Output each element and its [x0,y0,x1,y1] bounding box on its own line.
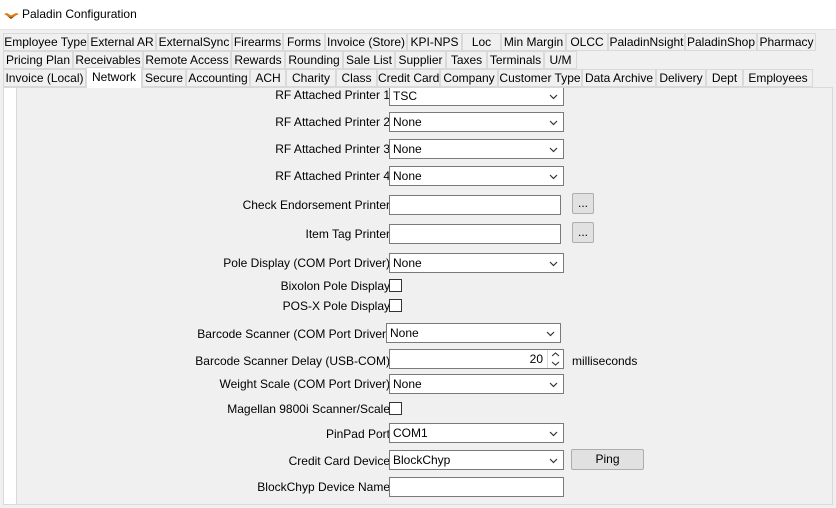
rf-printer-2-value: None [393,115,422,129]
rf-printer-1-label: RF Attached Printer 1 [275,88,390,102]
posx-pole-display-checkbox[interactable] [389,299,402,312]
tab-rounding[interactable]: Rounding [285,51,343,69]
tab-externalsync[interactable]: ExternalSync [156,33,232,51]
chevron-down-icon [549,431,558,437]
item-tag-printer-label: Item Tag Printer [305,227,390,241]
pole-display-label: Pole Display (COM Port Driver) [223,256,390,270]
check-endorsement-printer-label: Check Endorsement Printer [242,198,390,212]
credit-card-device-value: BlockChyp [393,453,451,467]
tab-credit-card[interactable]: Credit Card [377,69,440,87]
bixolon-pole-display-checkbox[interactable] [389,279,402,292]
rf-printer-2-select[interactable]: None [389,112,564,132]
tab-invoice-local[interactable]: Invoice (Local) [3,69,86,87]
rf-printer-3-label: RF Attached Printer 3 [275,142,390,156]
window-title: Paladin Configuration [22,7,137,21]
chevron-down-icon [549,120,558,126]
tab-delivery[interactable]: Delivery [656,69,706,87]
chevron-down-icon [546,331,555,337]
pole-display-value: None [393,256,422,270]
weight-scale-value: None [393,377,422,391]
tab-pricing-plan[interactable]: Pricing Plan [3,51,73,69]
tab-accounting[interactable]: Accounting [186,69,250,87]
tab-forms[interactable]: Forms [283,33,325,51]
barcode-scanner-value: None [390,326,419,340]
rf-printer-1-value: TSC [393,89,417,103]
chevron-down-icon[interactable] [548,359,563,368]
blockchyp-device-name-field[interactable] [389,477,564,497]
chevron-up-icon[interactable] [548,350,563,359]
pinpad-port-label: PinPad Port [325,427,390,441]
tab-external-ar[interactable]: External AR [88,33,156,51]
tab-sale-list[interactable]: Sale List [343,51,395,69]
tab-um[interactable]: U/M [544,51,577,69]
tab-firearms[interactable]: Firearms [232,33,283,51]
barcode-scanner-delay-value: 20 [529,352,543,366]
rf-printer-1-select[interactable]: TSC [389,88,564,106]
tab-kpi-nps[interactable]: KPI-NPS [407,33,462,51]
tab-employee-type[interactable]: Employee Type [3,33,88,51]
ping-button[interactable]: Ping [571,449,644,470]
tab-network[interactable]: Network [86,67,142,88]
tab-supplier[interactable]: Supplier [395,51,446,69]
credit-card-device-select[interactable]: BlockChyp [389,450,564,470]
tab-ach[interactable]: ACH [250,69,286,87]
rf-printer-3-select[interactable]: None [389,139,564,159]
tab-charity[interactable]: Charity [286,69,336,87]
check-printer-browse-button[interactable]: ... [572,193,594,214]
magellan-scanner-label: Magellan 9800i Scanner/Scale [227,402,390,416]
chevron-down-icon [549,94,558,100]
weight-scale-label: Weight Scale (COM Port Driver) [219,377,390,391]
chevron-down-icon [549,458,558,464]
tab-olcc[interactable]: OLCC [566,33,608,51]
magellan-scanner-checkbox[interactable] [389,402,402,415]
rf-printer-4-select[interactable]: None [389,166,564,186]
tab-pharmacy[interactable]: Pharmacy [757,33,816,51]
posx-pole-display-label: POS-X Pole Display [282,299,390,313]
tab-remote-access[interactable]: Remote Access [143,51,231,69]
barcode-scanner-delay-label: Barcode Scanner Delay (USB-COM) [195,354,390,368]
tab-customer-type[interactable]: Customer Type [498,69,582,87]
chevron-down-icon [549,261,558,267]
title-bar: Paladin Configuration [0,0,836,30]
tab-employees[interactable]: Employees [743,69,813,87]
chevron-down-icon [549,382,558,388]
barcode-delay-units: milliseconds [572,354,638,368]
check-endorsement-printer-field[interactable] [389,195,561,215]
tab-paladinshop[interactable]: PaladinShop [685,33,757,51]
tab-paladinnsight[interactable]: PaladinNsight [608,33,685,51]
weight-scale-select[interactable]: None [389,374,564,394]
barcode-scanner-label: Barcode Scanner (COM Port Driver) [197,327,390,341]
tab-class[interactable]: Class [336,69,377,87]
chevron-down-icon [549,147,558,153]
rf-printer-3-value: None [393,142,422,156]
pinpad-port-value: COM1 [393,426,428,440]
tab-terminals[interactable]: Terminals [487,51,544,69]
tab-company[interactable]: Company [440,69,498,87]
rf-printer-2-label: RF Attached Printer 2 [275,115,390,129]
blockchyp-device-name-label: BlockChyp Device Name [257,480,390,494]
rf-printer-4-label: RF Attached Printer 4 [275,169,390,183]
paladin-logo-icon [4,13,19,19]
settings-area: RF Attached Printer 1 TSC RF Attached Pr… [16,88,832,504]
bixolon-pole-display-label: Bixolon Pole Display [280,279,390,293]
barcode-scanner-select[interactable]: None [386,323,561,343]
tab-data-archive[interactable]: Data Archive [582,69,656,87]
pole-display-select[interactable]: None [389,253,564,273]
chevron-down-icon [549,174,558,180]
rf-printer-4-value: None [393,169,422,183]
tab-loc[interactable]: Loc [462,33,501,51]
pinpad-port-select[interactable]: COM1 [389,423,564,443]
tab-rewards[interactable]: Rewards [231,51,285,69]
tab-dept[interactable]: Dept [706,69,743,87]
item-tag-printer-field[interactable] [389,224,561,244]
credit-card-device-label: Credit Card Device [288,454,390,468]
item-tag-printer-browse-button[interactable]: ... [572,222,594,243]
tab-min-margin[interactable]: Min Margin [501,33,566,51]
tab-secure[interactable]: Secure [142,69,186,87]
tab-taxes[interactable]: Taxes [446,51,487,69]
tab-invoice-store[interactable]: Invoice (Store) [325,33,407,51]
barcode-scanner-delay-stepper[interactable]: 20 [389,349,564,369]
stepper-buttons [547,350,563,368]
network-tab-panel: RF Attached Printer 1 TSC RF Attached Pr… [3,87,833,505]
